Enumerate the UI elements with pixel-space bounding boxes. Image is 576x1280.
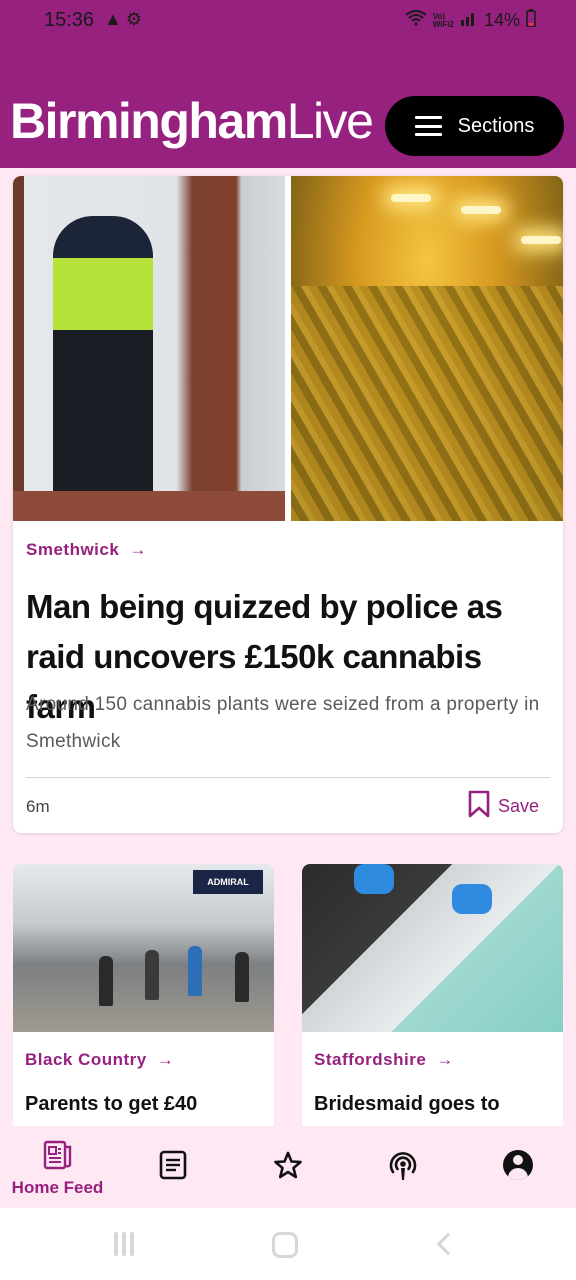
battery-percent: 14%: [483, 10, 520, 30]
status-time: 15:36: [44, 9, 95, 31]
save-button[interactable]: Save: [468, 790, 539, 823]
nav-podcasts[interactable]: [345, 1126, 460, 1208]
lead-timestamp: 6m: [26, 797, 50, 816]
lead-image-cannabis-farm: [291, 176, 563, 521]
status-left-icons: ▲ ⚙: [104, 9, 142, 30]
story-category-label: Staffordshire: [314, 1050, 427, 1069]
story-image-street: ADMIRAL: [13, 864, 274, 1032]
story-category-link[interactable]: Black Country →: [25, 1050, 174, 1070]
story-card[interactable]: Staffordshire → Bridesmaid goes to: [302, 864, 563, 1126]
divider: [26, 777, 550, 778]
logo-light-text: Live: [286, 93, 374, 149]
sections-button[interactable]: Sections: [385, 96, 564, 156]
article-icon: [158, 1150, 188, 1180]
battery-icon: [526, 9, 536, 32]
volte-label: Vo) WiFi2: [432, 11, 454, 29]
story-category-link[interactable]: Staffordshire →: [314, 1050, 454, 1070]
settings-icon: ⚙: [125, 9, 142, 29]
home-button[interactable]: [272, 1232, 298, 1258]
lead-standfirst: Around 150 cannabis plants were seized f…: [26, 694, 540, 752]
arrow-right-icon: →: [129, 540, 147, 559]
save-label: Save: [497, 796, 539, 816]
app-header: BirminghamLive Sections: [0, 42, 576, 168]
brand-logo[interactable]: BirminghamLive: [10, 92, 374, 150]
bookmark-icon: [468, 790, 490, 823]
nav-account[interactable]: [460, 1126, 575, 1208]
story-card[interactable]: ADMIRAL Black Country → Parents to get £…: [13, 864, 274, 1126]
lead-images: [13, 176, 563, 521]
lead-category-link[interactable]: Smethwick →: [26, 540, 147, 560]
system-nav-bar: [0, 1208, 576, 1280]
status-right: Vo) WiFi2 14%: [405, 9, 536, 32]
cannabis-plants: [291, 286, 563, 521]
star-icon: [273, 1150, 303, 1180]
arrow-right-icon: →: [156, 1050, 175, 1069]
wifi-icon: [405, 10, 427, 31]
story-image-dentist: [302, 864, 563, 1032]
logo-bold-text: Birmingham: [10, 93, 288, 149]
status-bar: 15:36 ▲ ⚙ Vo) WiFi2 14%: [0, 0, 576, 42]
bottom-nav: Home Feed: [0, 1126, 576, 1208]
nav-favourites[interactable]: [230, 1126, 345, 1208]
sections-label: Sections: [457, 114, 535, 137]
account-icon: [502, 1150, 533, 1180]
doorstep: [13, 491, 285, 521]
arrow-right-icon: →: [436, 1050, 454, 1069]
story-headline[interactable]: Parents to get £40: [25, 1093, 197, 1116]
recents-button[interactable]: [114, 1232, 138, 1256]
warning-icon: ▲: [104, 9, 122, 29]
nav-articles[interactable]: [115, 1126, 230, 1208]
nav-home-feed[interactable]: Home Feed: [0, 1126, 115, 1208]
lead-image-police-raid: [13, 176, 285, 521]
story-category-label: Black Country: [25, 1050, 147, 1069]
back-button[interactable]: [436, 1232, 460, 1256]
lead-story-card[interactable]: Smethwick → Man being quizzed by police …: [13, 176, 563, 833]
story-headline[interactable]: Bridesmaid goes to: [314, 1093, 500, 1116]
nav-label: Home Feed: [11, 1178, 104, 1197]
menu-icon: [414, 116, 442, 136]
podcast-icon: [387, 1150, 419, 1180]
police-officer-figure: [53, 216, 153, 516]
shop-sign: ADMIRAL: [193, 870, 263, 894]
home-feed-icon: [43, 1140, 73, 1170]
signal-icon: [460, 10, 478, 31]
lead-category-label: Smethwick: [26, 540, 120, 559]
